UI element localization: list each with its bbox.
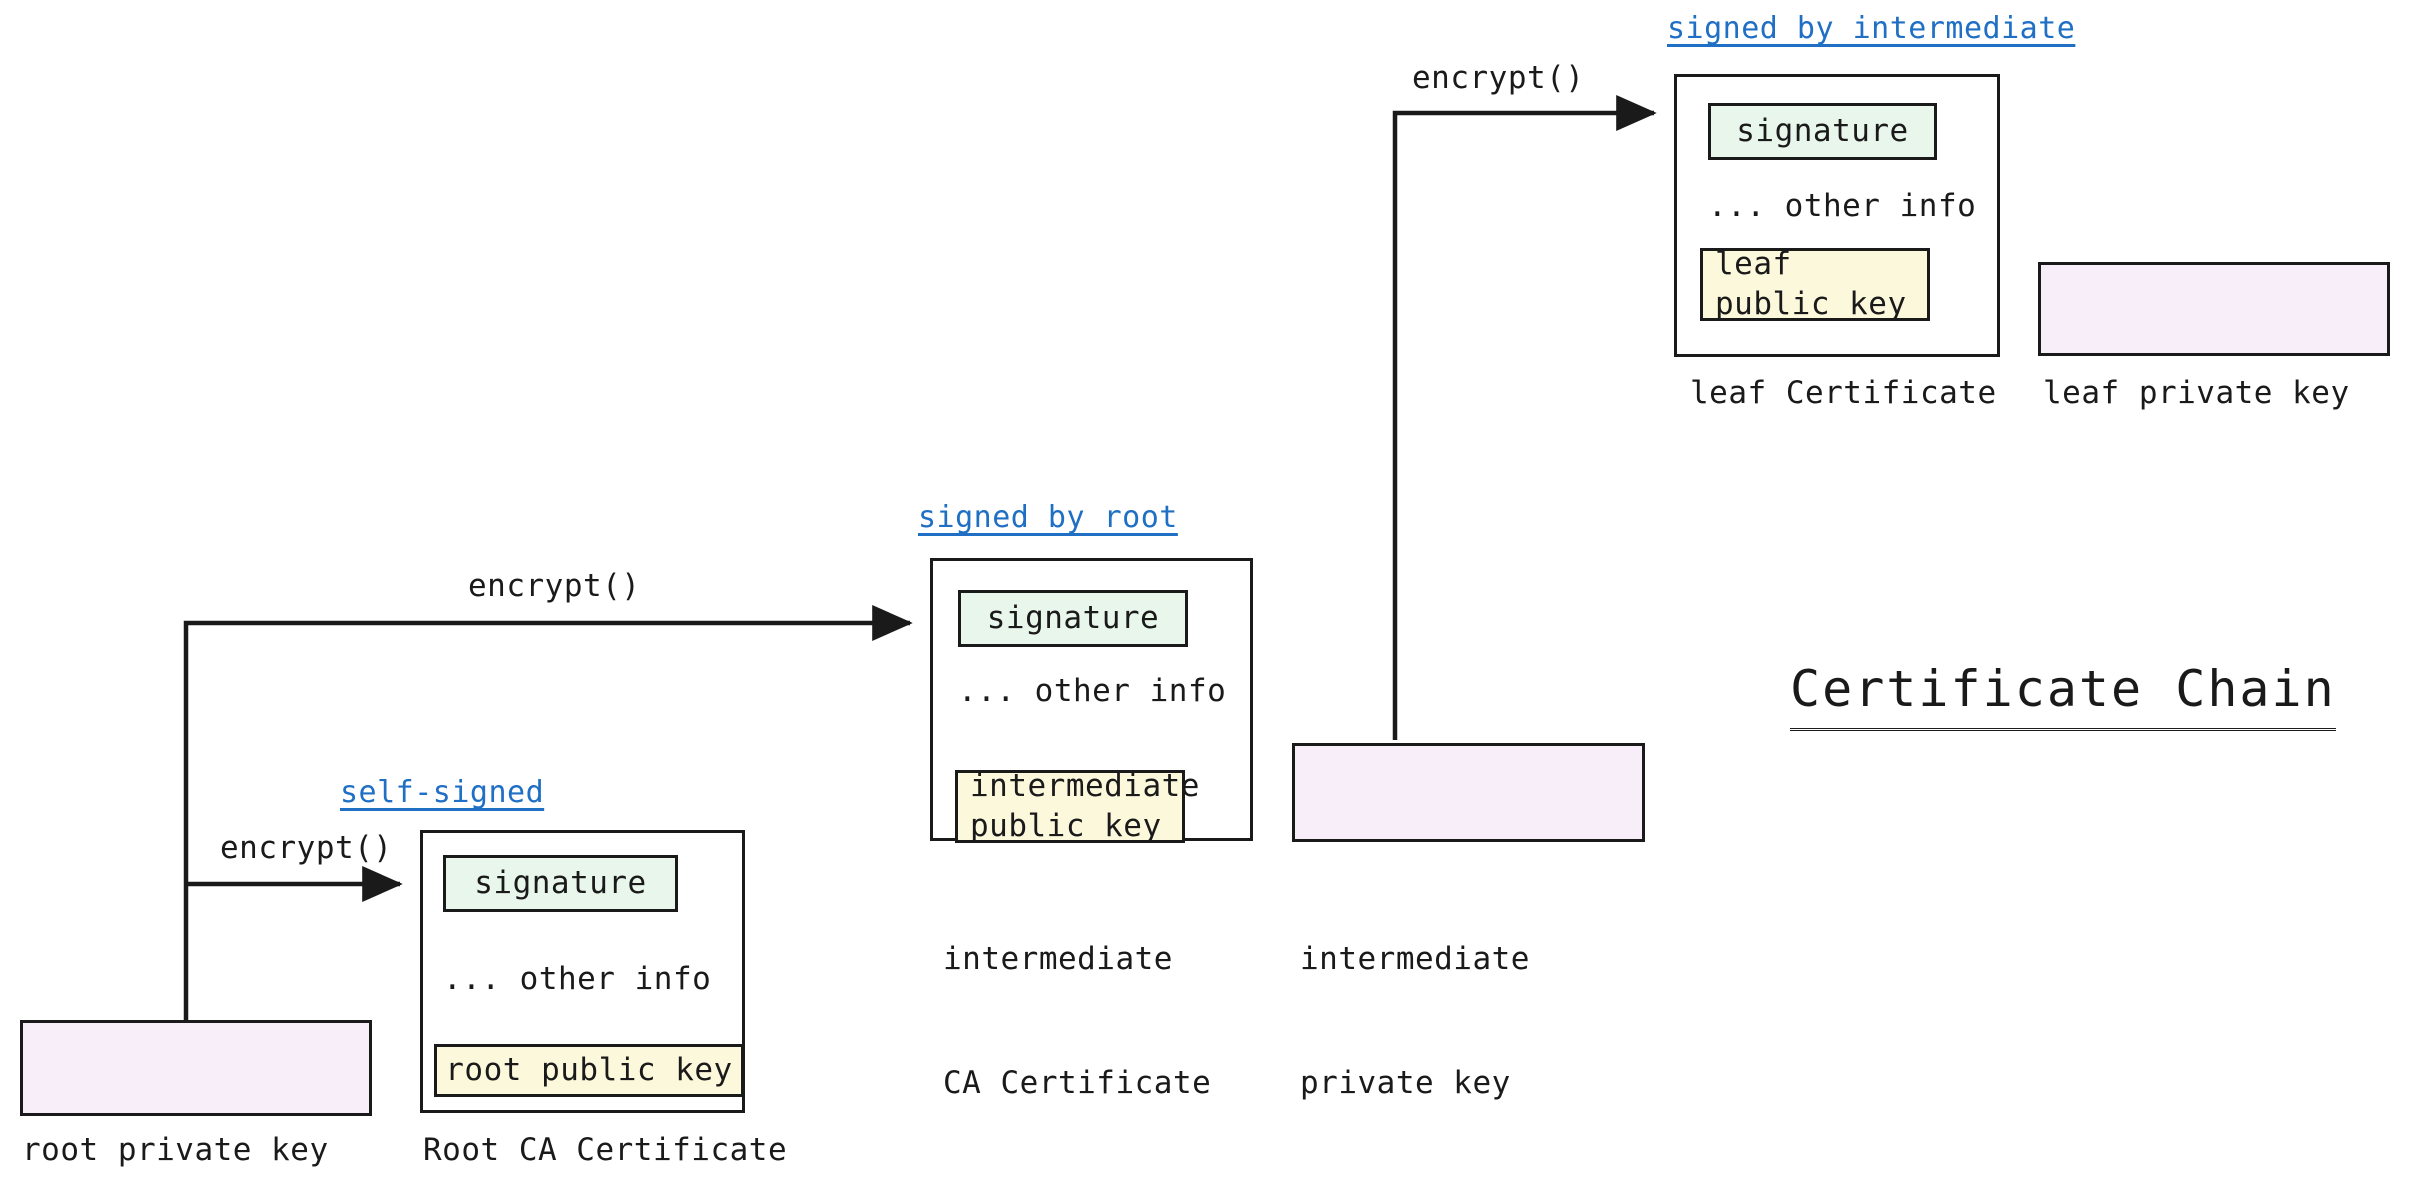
edge-label-encrypt-root: encrypt() [220,830,393,866]
arrow-intermediate-key-to-leaf-cert [1392,95,1657,740]
intermediate-other-info-text: ... other info [958,673,1227,709]
intermediate-public-key-slot: intermediate public key [955,768,1199,844]
intermediate-public-key-line1: intermediate [970,767,1200,804]
annotation-signed-by-root: signed by root [918,500,1178,535]
certificate-chain-diagram: signed by intermediate signature ... oth… [0,0,2410,1202]
intermediate-private-key-caption: intermediate private key [1300,857,1530,1187]
intermediate-private-key-caption-line1: intermediate [1300,941,1530,978]
intermediate-certificate-caption-line1: intermediate [943,941,1173,978]
root-private-key-box[interactable] [20,1020,372,1116]
leaf-certificate-caption-text: leaf Certificate [1690,375,1997,411]
leaf-other-info-text: ... other info [1708,188,1977,224]
leaf-public-key-line2: public key [1715,285,1907,322]
root-certificate-caption: Root CA Certificate [423,1132,788,1168]
root-other-info-text: ... other info [443,961,712,997]
page-title: Certificate Chain [1790,660,2336,731]
annotation-self-signed: self-signed [340,775,545,810]
leaf-public-key-slot: leaf public key [1700,245,1930,322]
edge-label-encrypt-leaf: encrypt() [1412,60,1585,96]
leaf-private-key-caption: leaf private key [2043,375,2350,411]
leaf-signature-slot: signature [1708,103,1937,160]
root-private-key-caption: root private key [22,1132,329,1168]
intermediate-private-key-caption-line2: private key [1300,1065,1511,1102]
intermediate-certificate-caption: intermediate CA Certificate [943,857,1211,1187]
leaf-public-key-line1: leaf [1715,245,1792,282]
root-signature-slot: signature [443,855,678,912]
intermediate-certificate-caption-line2: CA Certificate [943,1065,1212,1102]
intermediate-private-key-box[interactable] [1292,743,1645,842]
leaf-private-key-box[interactable] [2038,262,2390,356]
annotation-signed-by-intermediate: signed by intermediate [1667,11,2076,46]
edge-label-encrypt-intermediate: encrypt() [468,568,641,604]
intermediate-public-key-line2: public key [970,807,1162,844]
root-public-key-slot: root public key [434,1044,744,1097]
intermediate-signature-slot: signature [958,590,1188,647]
